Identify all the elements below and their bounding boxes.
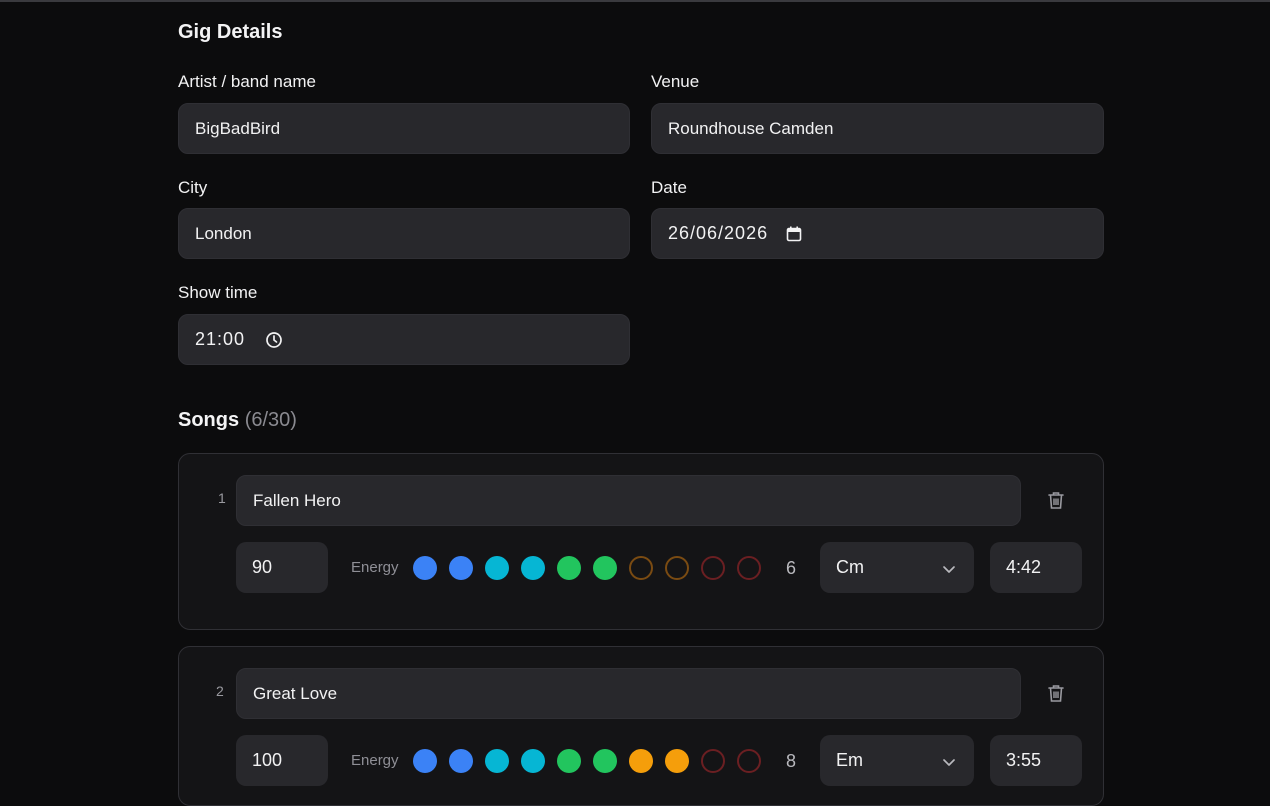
- date-value: 26/06/2026: [668, 223, 769, 243]
- song-card: 2 Great Love 100 Energy 8 Em 3:55: [178, 646, 1104, 806]
- trash-icon[interactable]: [1045, 682, 1069, 706]
- energy-label: Energy: [351, 752, 399, 769]
- songs-title: Songs: [178, 409, 240, 431]
- duration-field[interactable]: 4:42: [990, 542, 1082, 593]
- key-value: Em: [836, 750, 863, 770]
- section-title: Gig Details: [178, 21, 283, 43]
- key-select[interactable]: Cm: [820, 542, 974, 593]
- bpm-value: 100: [252, 750, 283, 770]
- energy-value: 8: [786, 751, 797, 771]
- energy-dot-6[interactable]: [593, 749, 617, 773]
- bpm-field[interactable]: 100: [236, 735, 328, 786]
- energy-dot-4[interactable]: [521, 749, 545, 773]
- duration-value: 4:42: [1006, 557, 1042, 577]
- song-card: 1 Fallen Hero 90 Energy 6 Cm 4:42: [178, 453, 1104, 630]
- show-time-value: 21:00: [195, 329, 246, 349]
- energy-dot-5[interactable]: [557, 556, 581, 580]
- venue-value: Roundhouse Camden: [668, 118, 834, 138]
- energy-dot-2[interactable]: [449, 749, 473, 773]
- songs-heading: Songs (6/30): [178, 409, 297, 432]
- date-field[interactable]: 26/06/2026: [651, 208, 1104, 259]
- energy-dot-3[interactable]: [485, 749, 509, 773]
- trash-icon[interactable]: [1045, 489, 1069, 513]
- song-number: 2: [216, 683, 224, 699]
- energy-value: 6: [786, 558, 797, 578]
- artist-value: BigBadBird: [195, 118, 281, 138]
- song-name-field[interactable]: Fallen Hero: [236, 475, 1021, 526]
- chevron-down-icon: [942, 753, 956, 774]
- energy-dot-9[interactable]: [701, 556, 725, 580]
- duration-value: 3:55: [1006, 750, 1042, 770]
- city-value: London: [195, 223, 252, 243]
- energy-dot-9[interactable]: [701, 749, 725, 773]
- energy-label: Energy: [351, 559, 399, 576]
- chevron-down-icon: [942, 560, 956, 581]
- bpm-value: 90: [252, 557, 273, 577]
- energy-dot-10[interactable]: [737, 556, 761, 580]
- artist-field[interactable]: BigBadBird: [178, 103, 630, 154]
- energy-dot-8[interactable]: [665, 749, 689, 773]
- city-field[interactable]: London: [178, 208, 630, 259]
- songs-count: (6/30): [244, 409, 297, 431]
- energy-dot-3[interactable]: [485, 556, 509, 580]
- energy-dot-2[interactable]: [449, 556, 473, 580]
- energy-dot-10[interactable]: [737, 749, 761, 773]
- city-label: City: [178, 178, 208, 197]
- artist-label: Artist / band name: [178, 72, 316, 91]
- song-number: 1: [218, 490, 226, 506]
- song-name-value: Fallen Hero: [253, 490, 341, 510]
- venue-label: Venue: [651, 72, 700, 91]
- song-name-value: Great Love: [253, 683, 338, 703]
- energy-dot-7[interactable]: [629, 556, 653, 580]
- clock-icon[interactable]: [265, 331, 283, 349]
- energy-dot-1[interactable]: [413, 556, 437, 580]
- bpm-field[interactable]: 90: [236, 542, 328, 593]
- key-value: Cm: [836, 557, 864, 577]
- energy-dot-6[interactable]: [593, 556, 617, 580]
- duration-field[interactable]: 3:55: [990, 735, 1082, 786]
- energy-dot-1[interactable]: [413, 749, 437, 773]
- venue-field[interactable]: Roundhouse Camden: [651, 103, 1104, 154]
- top-divider: [0, 0, 1270, 2]
- show-time-label: Show time: [178, 283, 258, 302]
- energy-dot-8[interactable]: [665, 556, 689, 580]
- energy-dot-4[interactable]: [521, 556, 545, 580]
- key-select[interactable]: Em: [820, 735, 974, 786]
- song-name-field[interactable]: Great Love: [236, 668, 1021, 719]
- show-time-field[interactable]: 21:00: [178, 314, 630, 365]
- date-label: Date: [651, 178, 687, 197]
- energy-dot-7[interactable]: [629, 749, 653, 773]
- energy-dot-5[interactable]: [557, 749, 581, 773]
- calendar-icon[interactable]: [786, 226, 802, 242]
